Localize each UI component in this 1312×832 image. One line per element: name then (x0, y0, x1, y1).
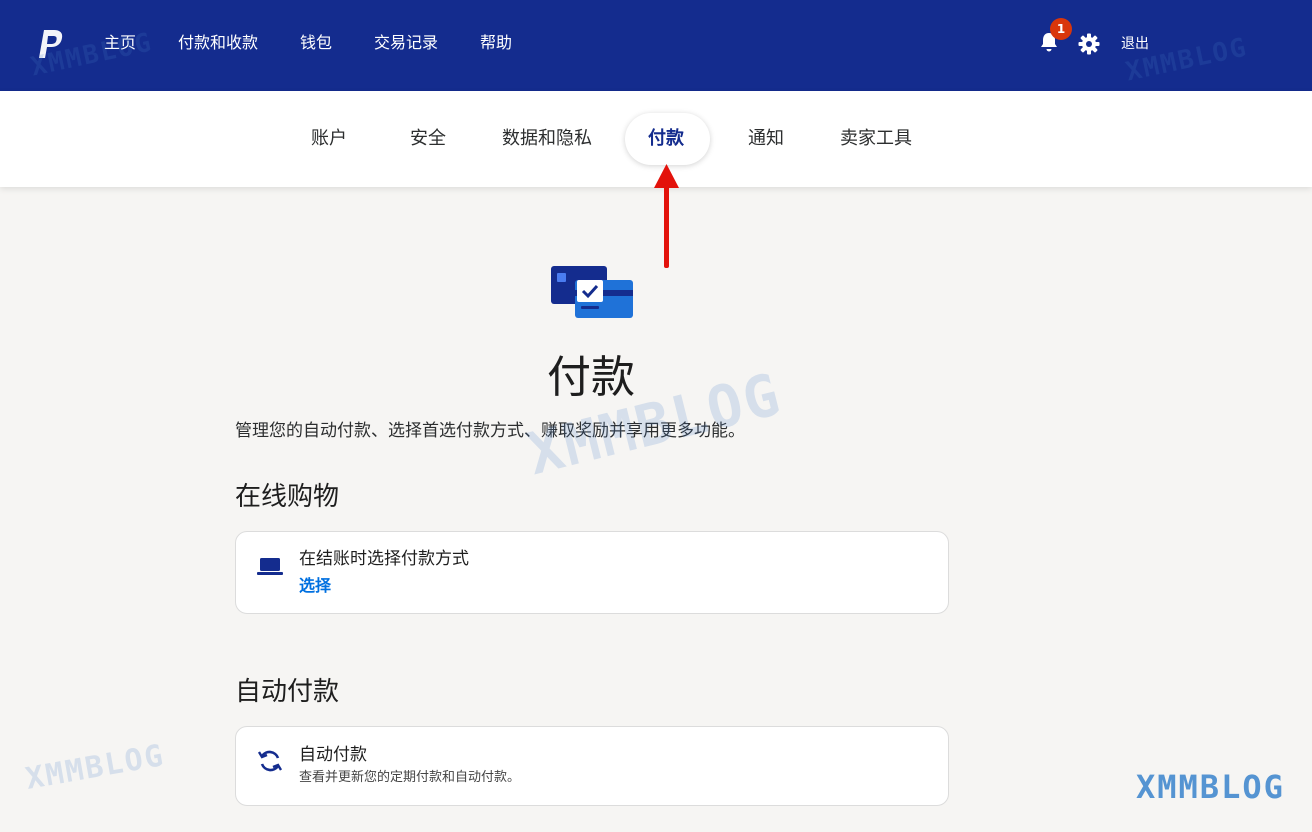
tab-seller-tools[interactable]: 卖家工具 (840, 127, 912, 151)
card-title: 在结账时选择付款方式 (299, 549, 469, 569)
nav-link-help[interactable]: 帮助 (480, 33, 512, 53)
nav-link-activity[interactable]: 交易记录 (374, 33, 438, 53)
logout-button[interactable]: 退出 (1121, 35, 1149, 53)
nav-link-send-receive[interactable]: 付款和收款 (178, 33, 258, 53)
choose-payment-method-card[interactable]: 在结账时选择付款方式 选择 (235, 531, 949, 614)
laptop-icon (257, 558, 283, 575)
tab-account[interactable]: 账户 (311, 127, 347, 151)
nav-link-home[interactable]: 主页 (104, 33, 136, 53)
tab-security[interactable]: 安全 (410, 127, 446, 151)
tab-data-privacy[interactable]: 数据和隐私 (502, 127, 592, 151)
watermark-text: XMMBLOG (23, 738, 168, 797)
top-navigation-bar: 主页 付款和收款 钱包 交易记录 帮助 1 退出 (0, 0, 1312, 91)
page-description: 管理您的自动付款、选择首选付款方式、赚取奖励并享用更多功能。 (235, 421, 745, 441)
page-title: 付款 (547, 352, 635, 403)
nav-link-wallet[interactable]: 钱包 (300, 33, 332, 53)
select-link[interactable]: 选择 (299, 575, 331, 597)
refresh-icon (257, 750, 283, 772)
auto-payments-card[interactable]: 自动付款 查看并更新您的定期付款和自动付款。 (235, 726, 949, 806)
annotation-arrow-icon (654, 164, 679, 268)
notification-badge: 1 (1050, 18, 1072, 40)
tab-notifications[interactable]: 通知 (748, 127, 784, 151)
card-subtitle: 查看并更新您的定期付款和自动付款。 (299, 770, 521, 785)
gear-icon[interactable] (1077, 32, 1101, 56)
payment-cards-icon (551, 266, 633, 318)
paypal-logo-icon[interactable] (38, 28, 66, 60)
tab-payments[interactable]: 付款 (648, 127, 684, 151)
section-heading-auto-payments: 自动付款 (235, 677, 340, 707)
card-title: 自动付款 (299, 745, 367, 765)
watermark-logo: XMMBLOG (1136, 768, 1285, 806)
section-heading-online-shopping: 在线购物 (235, 482, 340, 512)
